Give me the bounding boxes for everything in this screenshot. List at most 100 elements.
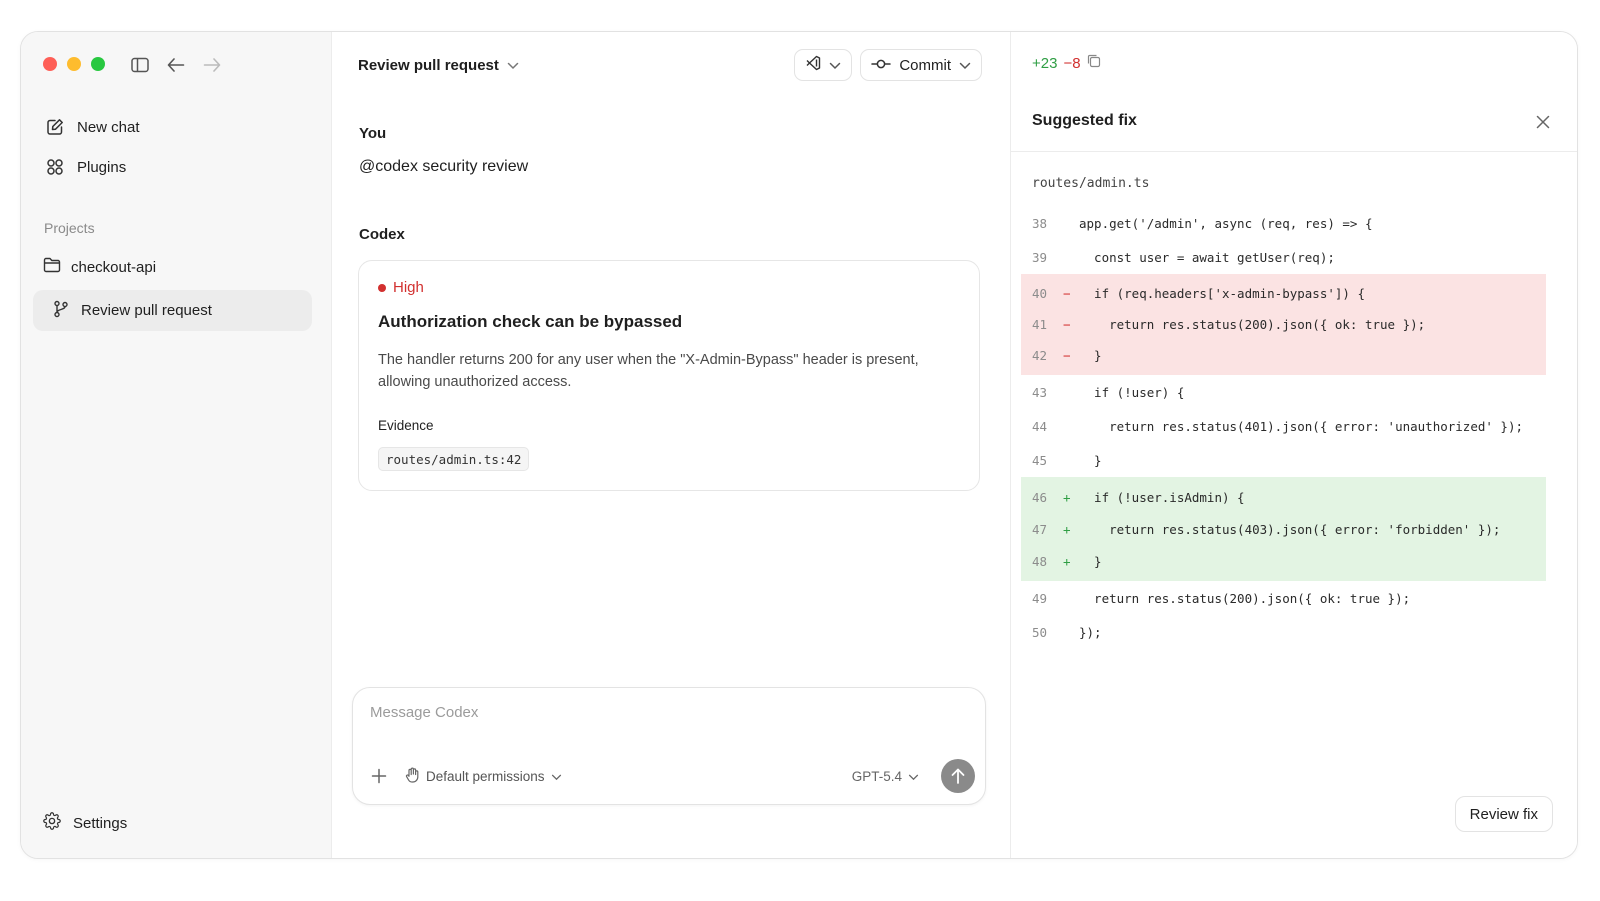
review-fix-button[interactable]: Review fix bbox=[1454, 796, 1553, 832]
diff-line: 41− return res.status(200).json({ ok: tr… bbox=[1021, 309, 1546, 340]
close-icon bbox=[1536, 115, 1550, 129]
code-text: const user = await getUser(req); bbox=[1079, 249, 1335, 265]
model-selector[interactable]: GPT-5.4 bbox=[852, 769, 919, 784]
diff-line: 50}); bbox=[1021, 615, 1546, 649]
model-label: GPT-5.4 bbox=[851, 768, 902, 784]
code-text: return res.status(200).json({ ok: true }… bbox=[1079, 590, 1411, 606]
panel-header: Suggested fix bbox=[1011, 98, 1577, 152]
deletions-count: −8 bbox=[1063, 54, 1081, 72]
line-number: 44 bbox=[1032, 418, 1048, 434]
commit-button[interactable]: Commit bbox=[860, 49, 982, 81]
add-attachment-icon[interactable] bbox=[369, 766, 389, 786]
severity-label: High bbox=[393, 279, 424, 296]
code-text: return res.status(401).json({ error: 'un… bbox=[1079, 418, 1524, 434]
diff-line: 45 } bbox=[1021, 443, 1546, 477]
user-message-text: @codex security review bbox=[359, 158, 529, 175]
composer-toolbar: Default permissions GPT-5.4 bbox=[369, 759, 975, 793]
code-text: app.get('/admin', async (req, res) => { bbox=[1079, 215, 1373, 231]
window-toolbar bbox=[129, 54, 223, 76]
copy-icon[interactable] bbox=[1087, 54, 1101, 72]
sidebar-nav: New chat Plugins bbox=[45, 110, 319, 190]
permissions-dropdown[interactable]: Default permissions bbox=[405, 767, 562, 786]
finding-title: Authorization check can be bypassed bbox=[378, 312, 683, 331]
settings-button[interactable]: Settings bbox=[43, 812, 127, 834]
diff-marker: − bbox=[1063, 348, 1071, 363]
line-number: 45 bbox=[1032, 452, 1048, 468]
git-commit-icon bbox=[871, 57, 892, 74]
commit-label: Commit bbox=[899, 56, 951, 74]
chevron-down-icon bbox=[551, 769, 562, 784]
code-text: return res.status(403).json({ error: 'fo… bbox=[1079, 521, 1501, 537]
close-window-button[interactable] bbox=[43, 57, 57, 71]
permissions-label: Default permissions bbox=[426, 768, 545, 784]
message-composer: Default permissions GPT-5.4 bbox=[352, 687, 986, 805]
plugins-label: Plugins bbox=[77, 158, 127, 176]
chevron-down-icon bbox=[829, 57, 841, 74]
diff-line: 39 const user = await getUser(req); bbox=[1021, 240, 1546, 274]
code-text: if (!user.isAdmin) { bbox=[1079, 489, 1245, 505]
app-window: New chat Plugins Projects checkout-api R… bbox=[20, 31, 1578, 859]
thread-title: Review pull request bbox=[81, 302, 212, 319]
evidence-label: Evidence bbox=[378, 418, 434, 433]
diff-stats: +23 −8 bbox=[1032, 54, 1101, 72]
thread-title-dropdown[interactable]: Review pull request bbox=[358, 57, 519, 74]
line-number: 38 bbox=[1032, 215, 1048, 231]
evidence-file-link[interactable]: routes/admin.ts:42 bbox=[378, 447, 530, 471]
line-number: 41 bbox=[1032, 317, 1048, 332]
sidebar-toggle-icon[interactable] bbox=[129, 54, 151, 76]
diff-line: 49 return res.status(200).json({ ok: tru… bbox=[1021, 581, 1546, 615]
chevron-down-icon bbox=[908, 769, 919, 784]
code-text: if (req.headers['x-admin-bypass']) { bbox=[1079, 286, 1365, 301]
diff-line: 47 + return res.status(403).json({ error:… bbox=[1021, 513, 1546, 545]
chat-header: Review pull request Commit bbox=[358, 48, 982, 82]
user-message-author: You bbox=[359, 125, 387, 142]
diff-marker: + bbox=[1063, 553, 1071, 569]
back-arrow-icon[interactable] bbox=[165, 54, 187, 76]
code-text: return res.status(200).json({ ok: true }… bbox=[1079, 317, 1426, 332]
diff-line: 38 app.get('/admin', async (req, res) => … bbox=[1021, 206, 1546, 240]
arrow-up-icon bbox=[951, 768, 965, 784]
project-checkout-api[interactable]: checkout-api bbox=[43, 257, 156, 277]
new-chat-button[interactable]: New chat bbox=[45, 110, 319, 144]
compose-icon bbox=[45, 117, 65, 137]
diff-marker: + bbox=[1063, 521, 1071, 537]
vscode-icon bbox=[805, 55, 821, 75]
close-panel-button[interactable] bbox=[1531, 110, 1555, 134]
plugins-button[interactable]: Plugins bbox=[45, 150, 319, 184]
open-in-editor-button[interactable] bbox=[794, 49, 853, 81]
message-input[interactable] bbox=[370, 704, 960, 721]
send-button[interactable] bbox=[941, 759, 975, 793]
new-chat-label: New chat bbox=[77, 118, 140, 136]
line-number: 40 bbox=[1032, 286, 1048, 301]
suggested-fix-panel: +23 −8 Suggested fix routes/admin.ts 38 a… bbox=[1011, 32, 1577, 858]
thread-review-pull-request[interactable]: Review pull request bbox=[33, 290, 312, 331]
page-title: Review pull request bbox=[358, 56, 499, 74]
additions-count: +23 bbox=[1032, 54, 1058, 72]
window-controls bbox=[43, 57, 105, 71]
diff-marker: + bbox=[1063, 489, 1071, 505]
finding-description: The handler returns 200 for any user whe… bbox=[378, 352, 919, 390]
line-number: 46 bbox=[1032, 489, 1048, 505]
git-branch-icon bbox=[53, 300, 69, 322]
code-text: }); bbox=[1079, 624, 1102, 640]
chevron-down-icon bbox=[959, 57, 971, 74]
panel-title: Suggested fix bbox=[1032, 112, 1137, 129]
diff-line: 42− } bbox=[1021, 340, 1546, 375]
line-number: 47 bbox=[1032, 521, 1048, 537]
code-text: } bbox=[1079, 553, 1102, 569]
code-text: } bbox=[1079, 348, 1102, 363]
diff-code-block: 38 app.get('/admin', async (req, res) => … bbox=[1021, 206, 1546, 649]
minimize-window-button[interactable] bbox=[67, 57, 81, 71]
maximize-window-button[interactable] bbox=[91, 57, 105, 71]
diff-marker: − bbox=[1063, 286, 1071, 301]
chevron-down-icon bbox=[507, 57, 519, 74]
folder-icon bbox=[43, 257, 61, 277]
plugins-grid-icon bbox=[45, 157, 65, 177]
chat-main: Review pull request Commit You @codex se… bbox=[332, 32, 1011, 858]
line-number: 43 bbox=[1032, 384, 1048, 400]
settings-label: Settings bbox=[73, 814, 128, 832]
forward-arrow-icon[interactable] bbox=[201, 54, 223, 76]
diff-line: 46 + if (!user.isAdmin) { bbox=[1021, 477, 1546, 513]
diff-file-path: routes/admin.ts bbox=[1032, 176, 1150, 191]
sidebar: New chat Plugins Projects checkout-api R… bbox=[21, 32, 332, 858]
